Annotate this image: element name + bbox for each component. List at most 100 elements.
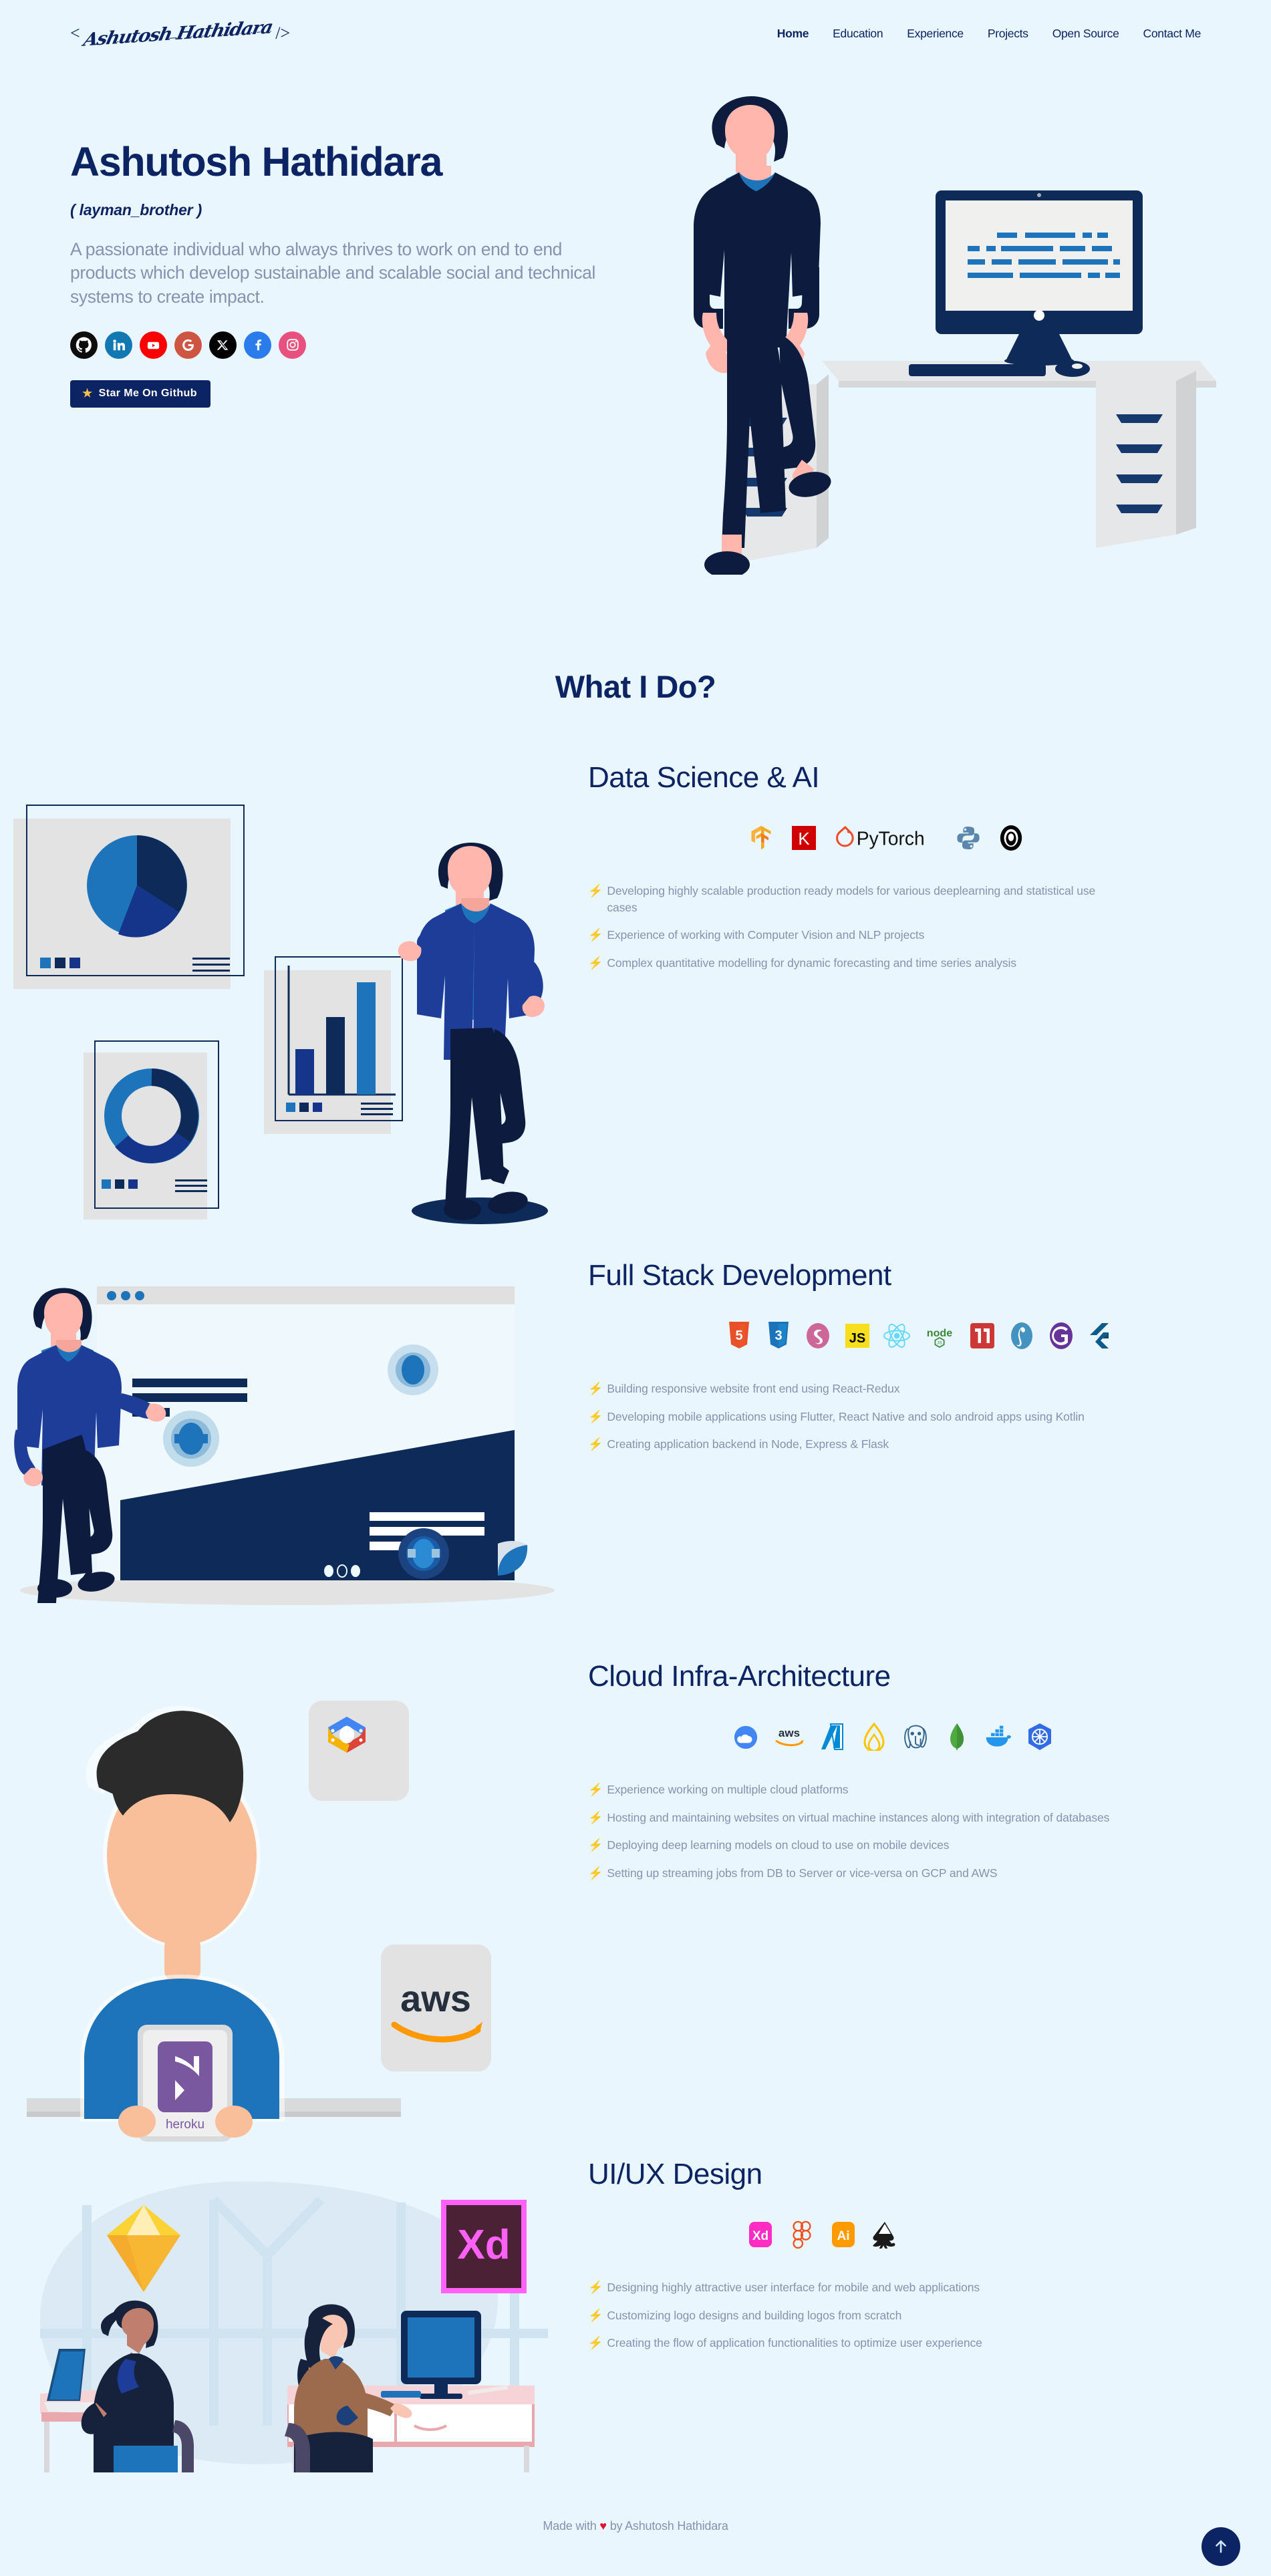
azure-icon [819, 1723, 847, 1751]
skill-point-text: Experience working on multiple cloud pla… [607, 1783, 849, 1797]
ui-ux-illustration: Xd [0, 2158, 581, 2476]
kubernetes-icon [1026, 1723, 1054, 1751]
sass-icon [804, 1322, 832, 1350]
skill-point: ⚡ Creating the flow of application functi… [588, 2335, 1116, 2351]
skill-points-ui-ux: ⚡ Designing highly attractive user interf… [588, 2279, 1271, 2351]
cloud-content: Cloud Infra-Architecture aws ⚡ Experienc… [581, 1660, 1271, 1892]
lightning-icon: ⚡ [588, 884, 603, 898]
svg-text:JS: JS [849, 1331, 865, 1346]
youtube-icon[interactable] [140, 331, 167, 359]
instagram-icon[interactable] [279, 331, 306, 359]
skill-point: ⚡ Hosting and maintaining websites on vir… [588, 1810, 1116, 1826]
nav-link-contact-me[interactable]: Contact Me [1143, 27, 1202, 41]
svg-text:3: 3 [774, 1328, 782, 1343]
svg-text:Ai: Ai [837, 2229, 850, 2243]
nodejs-icon: node JS [922, 1322, 957, 1350]
figma-icon [788, 2221, 816, 2249]
svg-text:K: K [798, 829, 810, 849]
css3-icon: 3 [764, 1322, 793, 1350]
nav-link-projects[interactable]: Projects [988, 27, 1028, 41]
heart-icon: ♥ [599, 2519, 607, 2533]
mongodb-icon [943, 1723, 971, 1751]
hero-section: Ashutosh Hathidara ( layman_brother ) A … [0, 67, 1271, 578]
skill-section-data-science: Data Science & AI K PyTorch ⚡ Developing… [0, 761, 1271, 1256]
nav-links: Home Education Experience Projects Open … [777, 27, 1202, 41]
skill-point: ⚡ Creating application backend in Node, E… [588, 1436, 1116, 1453]
skill-point-text: Hosting and maintaining websites on virt… [607, 1810, 1110, 1824]
skill-point: ⚡ Designing highly attractive user interf… [588, 2279, 1116, 2296]
keras-icon: K [790, 824, 818, 852]
svg-text:aws: aws [779, 1727, 800, 1739]
adobe-illustrator-icon: Ai [829, 2221, 857, 2249]
tech-icons-full-stack: 5 3 JS node JS [588, 1322, 1271, 1350]
star-icon: ★ [82, 387, 93, 400]
hero-text-column: Ashutosh Hathidara ( layman_brother ) A … [0, 67, 628, 408]
facebook-icon[interactable] [244, 331, 271, 359]
linkedin-icon[interactable] [105, 331, 132, 359]
hero-illustration [628, 67, 1270, 578]
tensorflow-icon [747, 824, 775, 852]
lightning-icon: ⚡ [588, 2281, 603, 2295]
nav-link-home[interactable]: Home [777, 27, 809, 41]
skill-title-full-stack: Full Stack Development [588, 1259, 891, 1292]
developer-at-desk-illustration [694, 96, 1216, 578]
react-icon [883, 1322, 911, 1350]
skill-section-full-stack: Full Stack Development 5 3 JS node JS ⚡ … [0, 1259, 1271, 1667]
skill-point-text: Customizing logo designs and building lo… [607, 2308, 902, 2322]
gcp-icon [732, 1723, 760, 1751]
svg-text:Xd: Xd [457, 2222, 510, 2268]
skill-title-data-science: Data Science & AI [588, 761, 820, 794]
skill-point-text: Complex quantitative modelling for dynam… [607, 956, 1016, 970]
star-me-on-github-button[interactable]: ★ Star Me On Github [70, 380, 210, 408]
skill-point-text: Designing highly attractive user interfa… [607, 2281, 980, 2295]
navbar: < Ashutosh Hathidara /> Home Education E… [0, 0, 1271, 67]
skill-point: ⚡ Complex quantitative modelling for dyna… [588, 955, 1116, 972]
skill-points-full-stack: ⚡ Building responsive website front end u… [588, 1381, 1271, 1453]
svg-text:heroku: heroku [166, 2118, 204, 2132]
python-flask-icon [1008, 1322, 1036, 1350]
hero-description: A passionate individual who always thriv… [70, 239, 595, 307]
arrow-up-icon [1216, 2540, 1226, 2553]
svg-text:Xd: Xd [752, 2229, 768, 2243]
scroll-to-top-button[interactable] [1202, 2527, 1240, 2566]
nav-link-open-source[interactable]: Open Source [1052, 27, 1119, 41]
site-logo[interactable]: < Ashutosh Hathidara /> [70, 17, 291, 50]
skill-point-text: Deploying deep learning models on cloud … [607, 1838, 950, 1852]
skill-point-text: Experience of working with Computer Visi… [607, 928, 925, 942]
firebase-icon [860, 1723, 888, 1751]
full-stack-illustration [0, 1260, 581, 1610]
skill-point: ⚡ Customizing logo designs and building l… [588, 2307, 1116, 2324]
full-stack-content: Full Stack Development 5 3 JS node JS ⚡ … [581, 1259, 1271, 1464]
lightning-icon: ⚡ [588, 1409, 603, 1423]
page-title: Ashutosh Hathidara [70, 139, 442, 184]
skill-point: ⚡ Setting up streaming jobs from DB to Se… [588, 1865, 1116, 1882]
skill-section-cloud: aws heroku Cloud Infra-Architecture aws … [0, 1660, 1271, 2155]
logo-bracket-open: < [70, 23, 80, 43]
skill-point-text: Creating the flow of application functio… [607, 2336, 982, 2350]
footer-prefix: Made with [543, 2519, 600, 2533]
logo-signature-text: Ashutosh Hathidara [81, 16, 275, 51]
logo-bracket-close: /> [275, 23, 291, 43]
nav-link-education[interactable]: Education [833, 27, 883, 41]
skill-point: ⚡ Developing highly scalable production r… [588, 883, 1116, 915]
python-icon [954, 824, 982, 852]
skill-point-text: Creating application backend in Node, Ex… [607, 1437, 889, 1451]
hero-handle: ( layman_brother ) [70, 201, 202, 219]
lightning-icon: ⚡ [588, 1382, 603, 1396]
skill-point-text: Developing highly scalable production re… [607, 884, 1096, 914]
inkscape-icon [871, 2221, 899, 2249]
tech-icons-data-science: K PyTorch [588, 824, 1271, 852]
data-science-content: Data Science & AI K PyTorch ⚡ Developing… [581, 761, 1271, 982]
skill-point-text: Developing mobile applications using Flu… [607, 1409, 1085, 1423]
github-icon[interactable] [70, 331, 98, 359]
nav-link-experience[interactable]: Experience [907, 27, 964, 41]
google-icon[interactable] [174, 331, 202, 359]
x-twitter-icon[interactable] [209, 331, 237, 359]
svg-text:JS: JS [937, 1341, 942, 1346]
pytorch-icon: PyTorch [833, 824, 940, 852]
lightning-icon: ⚡ [588, 2308, 603, 2322]
docker-icon [984, 1723, 1012, 1751]
lightning-icon: ⚡ [588, 956, 603, 970]
lightning-icon: ⚡ [588, 1810, 603, 1824]
flutter-icon [1087, 1322, 1115, 1350]
